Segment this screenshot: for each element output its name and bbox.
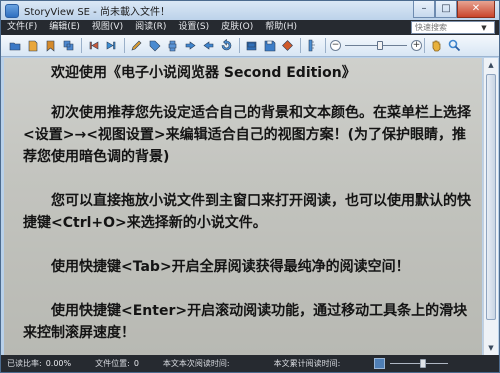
session-read-time-label: 本文本次阅读时间: xyxy=(162,359,230,368)
maximize-button[interactable]: □ xyxy=(435,1,457,18)
chevron-down-icon[interactable]: ▼ xyxy=(478,22,490,33)
toolbar: − + xyxy=(1,35,499,57)
scroll-speed-thumb[interactable] xyxy=(420,359,427,368)
menu-read[interactable]: 阅读(R) xyxy=(129,20,172,35)
hand-icon[interactable] xyxy=(429,38,444,53)
vertical-scrollbar[interactable]: ▲ ▼ xyxy=(483,58,498,355)
scroll-up-icon[interactable]: ▲ xyxy=(485,59,497,71)
total-read-time-label: 本文累计阅读时间: xyxy=(273,359,341,368)
paragraph: 使用快捷键<Enter>开启滚动阅读功能，通过移动工具条上的滑块来控制滚屏速度！ xyxy=(23,303,468,341)
paragraph: 使用快捷键<Tab>开启全屏阅读获得最纯净的阅读空间！ xyxy=(51,259,410,275)
window-controls: – □ ✕ xyxy=(413,1,495,18)
quick-search-input[interactable] xyxy=(412,22,478,33)
scroll-speed-slider[interactable] xyxy=(390,358,449,369)
reading-area[interactable]: 欢迎使用《电子小说阅览器 Second Edition》 初次使用推荐您先设定适… xyxy=(4,58,482,355)
prev-icon[interactable] xyxy=(86,38,101,53)
paragraph: 初次使用推荐您先设定适合自己的背景和文本颜色。在菜单栏上选择<设置>→<视图设置… xyxy=(23,105,471,165)
open-icon[interactable] xyxy=(7,38,22,53)
next-icon[interactable] xyxy=(104,38,119,53)
welcome-heading: 欢迎使用《电子小说阅览器 Second Edition》 xyxy=(51,65,356,81)
file-position-value: 0 xyxy=(133,359,139,368)
zoom-slider-track xyxy=(345,45,407,46)
close-button[interactable]: ✕ xyxy=(457,1,495,18)
edit-icon[interactable] xyxy=(129,38,144,53)
read-ratio-value: 0.00% xyxy=(45,359,72,368)
scroll-down-icon[interactable]: ▼ xyxy=(485,342,497,354)
title-bar[interactable]: StoryView SE - 尚未載入文件！ – □ ✕ xyxy=(1,1,499,20)
copy-icon[interactable] xyxy=(61,38,76,53)
quick-search: ▼ xyxy=(411,21,495,34)
print-icon[interactable] xyxy=(165,38,180,53)
menu-edit[interactable]: 编辑(E) xyxy=(43,20,86,35)
back-icon[interactable] xyxy=(183,38,198,53)
menu-help[interactable]: 帮助(H) xyxy=(259,20,303,35)
toolbar-separator xyxy=(124,38,125,53)
view-icon[interactable] xyxy=(244,38,259,53)
new-icon[interactable] xyxy=(25,38,40,53)
ruler-icon[interactable] xyxy=(305,38,320,53)
paragraph: 您可以直接拖放小说文件到主窗口来打开阅读，也可以使用默认的快捷键<Ctrl+O>… xyxy=(23,193,471,231)
app-logo-icon xyxy=(5,3,19,18)
toolbar-separator xyxy=(424,38,425,53)
tag-icon[interactable] xyxy=(147,38,162,53)
toolbar-buttons xyxy=(7,38,323,53)
zoom-slider-thumb[interactable] xyxy=(377,41,384,50)
window-title: StoryView SE - 尚未載入文件！ xyxy=(24,7,170,18)
search-icon[interactable] xyxy=(447,38,462,53)
scrollbar-thumb[interactable] xyxy=(486,74,496,320)
zoom-in-button[interactable]: + xyxy=(411,40,422,51)
menu-settings[interactable]: 设置(S) xyxy=(172,20,215,35)
minimize-button[interactable]: – xyxy=(413,1,435,18)
toolbar-separator xyxy=(325,38,326,53)
reading-text: 欢迎使用《电子小说阅览器 Second Edition》 初次使用推荐您先设定适… xyxy=(23,62,478,355)
read-ratio-label: 已读比率: xyxy=(7,359,42,368)
toolbar-separator xyxy=(81,38,82,53)
app-window: StoryView SE - 尚未載入文件！ – □ ✕ 文件(F) 编辑(E)… xyxy=(0,0,500,373)
menu-file[interactable]: 文件(F) xyxy=(1,20,43,35)
scroll-speed-track xyxy=(390,363,449,364)
toolbar-separator xyxy=(300,38,301,53)
file-position-label: 文件位置: xyxy=(95,359,130,368)
scroll-toggle-icon[interactable] xyxy=(374,358,386,369)
toolbar-separator xyxy=(239,38,240,53)
save-icon[interactable] xyxy=(262,38,277,53)
status-bar: 已读比率: 0.00% 文件位置: 0 本文本次阅读时间: 本文累计阅读时间: xyxy=(1,355,499,372)
menu-skin[interactable]: 皮肤(O) xyxy=(215,20,259,35)
forward-icon[interactable] xyxy=(201,38,216,53)
stop-icon[interactable] xyxy=(280,38,295,53)
bookmark-icon[interactable] xyxy=(43,38,58,53)
reload-icon[interactable] xyxy=(219,38,234,53)
zoom-slider[interactable] xyxy=(345,40,407,51)
menu-bar: 文件(F) 编辑(E) 视图(V) 阅读(R) 设置(S) 皮肤(O) 帮助(H… xyxy=(1,20,499,35)
menu-view[interactable]: 视图(V) xyxy=(86,20,129,35)
zoom-out-button[interactable]: − xyxy=(330,40,341,51)
